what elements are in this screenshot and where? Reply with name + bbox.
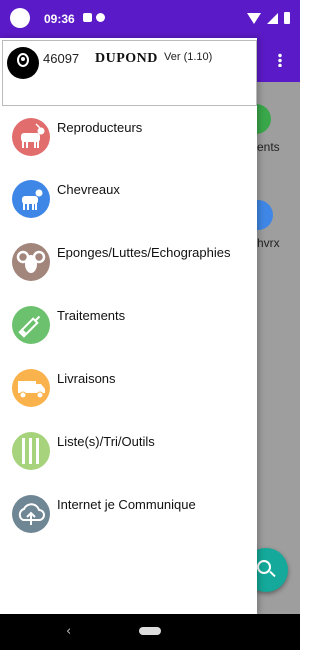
menu-item-traitements[interactable]: Traitements (0, 306, 257, 366)
menu-item-label: Liste(s)/Tri/Outils (57, 434, 155, 449)
goat-icon (12, 118, 50, 156)
truck-icon (12, 369, 50, 407)
back-icon[interactable]: ‹ (66, 624, 71, 639)
signal-icon (267, 12, 278, 24)
status-bar: 09:36 (0, 0, 300, 38)
menu-item-label: Reproducteurs (57, 120, 143, 135)
background-tile-label: hvrx (257, 236, 280, 250)
notification-circle-icon (10, 8, 30, 28)
app-version: Ver (1.10) (164, 51, 213, 63)
menu-item-internet[interactable]: Internet je Communique (0, 495, 257, 555)
navigation-drawer: 46097 DUPOND Ver (1.10) Reproducteurs Ch… (0, 38, 257, 614)
system-nav-bar: ‹ (0, 614, 300, 650)
user-id: 46097 (43, 51, 80, 66)
list-tools-icon (12, 432, 50, 470)
user-name: DUPOND (95, 51, 158, 66)
menu-item-chevreaux[interactable]: Chevreaux (0, 180, 257, 240)
kid-goat-icon (12, 180, 50, 218)
background-tile-label: ents (257, 140, 280, 154)
menu-item-label: Chevreaux (57, 182, 120, 197)
menu-item-reproducteurs[interactable]: Reproducteurs (0, 118, 257, 178)
menu-item-liste-tri-outils[interactable]: Liste(s)/Tri/Outils (0, 432, 257, 492)
menu-item-label: Eponges/Luttes/Echographies (57, 245, 231, 260)
syringe-icon (12, 306, 50, 344)
battery-icon (284, 12, 290, 24)
overflow-menu-icon[interactable] (278, 53, 282, 67)
menu-item-eponges[interactable]: Eponges/Luttes/Echographies (0, 243, 257, 303)
home-pill-icon[interactable] (139, 627, 161, 635)
menu-item-label: Livraisons (57, 371, 116, 386)
menu-item-label: Traitements (57, 308, 126, 323)
wifi-icon (247, 12, 261, 24)
location-pin-logo-icon (7, 47, 39, 79)
menu-item-label: Internet je Communique (57, 497, 196, 512)
menu-item-livraisons[interactable]: Livraisons (0, 369, 257, 429)
ram-head-icon (12, 243, 50, 281)
status-time: 09:36 (44, 12, 75, 26)
notification-icon (96, 13, 105, 22)
cloud-upload-icon (12, 495, 50, 533)
notification-icon (83, 13, 92, 22)
drawer-header: 46097 DUPOND Ver (1.10) (2, 40, 257, 106)
